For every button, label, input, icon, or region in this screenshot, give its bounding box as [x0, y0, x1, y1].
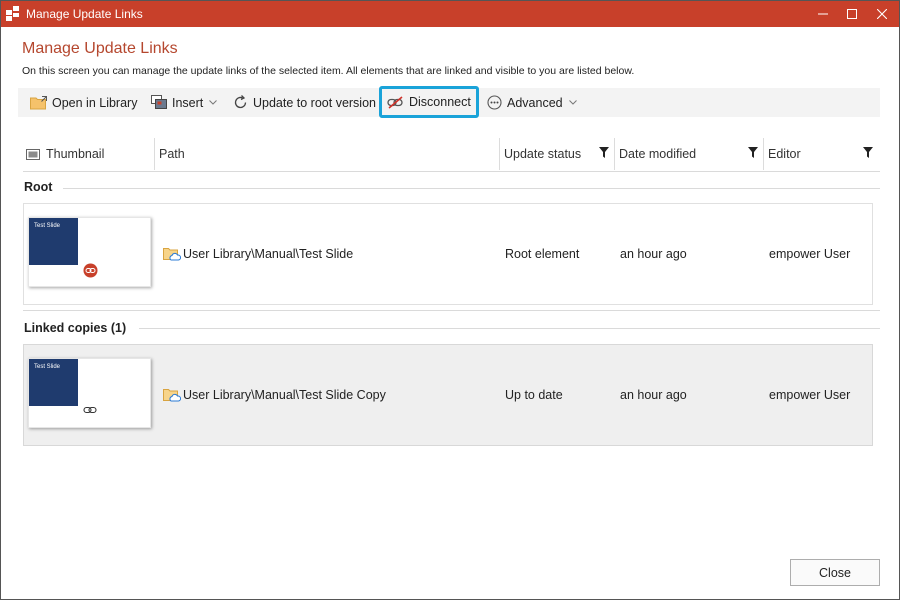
open-in-library-label: Open in Library [52, 95, 138, 110]
update-to-root-button[interactable]: Update to root version [233, 88, 376, 117]
page-description: On this screen you can manage the update… [22, 65, 635, 77]
path-cell: User Library\Manual\Test Slide Copy [163, 388, 386, 402]
group-divider [63, 188, 880, 189]
insert-button[interactable]: Insert [151, 88, 218, 117]
app-logo-icon [6, 6, 19, 21]
slide-thumbnail: Test Slide [28, 358, 151, 428]
title-bar[interactable]: Manage Update Links [1, 1, 899, 27]
thumbnail-title: Test Slide [34, 364, 61, 370]
thumbnail-title: Test Slide [34, 223, 61, 229]
update-to-root-label: Update to root version [253, 95, 376, 110]
minimize-icon [818, 13, 828, 15]
group-divider [23, 310, 880, 311]
advanced-button[interactable]: Advanced [487, 88, 577, 117]
window-title: Manage Update Links [26, 7, 143, 21]
group-divider [139, 328, 880, 329]
close-button[interactable]: Close [790, 559, 880, 586]
root-link-icon [83, 263, 98, 278]
window-close-button[interactable] [868, 1, 896, 27]
path-text: User Library\Manual\Test Slide [183, 247, 354, 261]
group-label-root: Root [24, 180, 53, 194]
chevron-down-icon [568, 100, 577, 105]
filter-icon[interactable] [599, 147, 609, 158]
editor-cell: empower User [769, 247, 851, 261]
column-header-path-label: Path [159, 147, 185, 161]
column-separator[interactable] [614, 138, 615, 170]
filter-icon[interactable] [748, 147, 758, 158]
column-header-path[interactable]: Path [159, 138, 185, 170]
table-row[interactable]: Test Slide User Library\Manual\Test Slid… [23, 203, 873, 305]
filter-icon[interactable] [863, 147, 873, 158]
group-label-linked-copies: Linked copies (1) [24, 321, 127, 335]
column-header-thumbnail-label: Thumbnail [46, 147, 105, 161]
cloud-folder-icon [163, 248, 181, 261]
column-header-update-status-label: Update status [504, 147, 582, 161]
date-cell: an hour ago [620, 388, 687, 402]
column-header-editor-label: Editor [768, 147, 801, 161]
status-cell: Root element [505, 247, 580, 261]
date-cell: an hour ago [620, 247, 687, 261]
header-divider [23, 171, 880, 172]
toolbar: Open in Library Insert Update to root ve… [18, 86, 880, 118]
status-cell: Up to date [505, 388, 563, 402]
column-header-date-modified-label: Date modified [619, 147, 697, 161]
column-header-date-modified[interactable]: Date modified [619, 138, 696, 170]
manage-update-links-window: Manage Update Links Manage Update Links … [0, 0, 900, 600]
disconnect-button[interactable]: Disconnect [379, 86, 479, 118]
path-cell: User Library\Manual\Test Slide [163, 247, 353, 261]
page-title: Manage Update Links [22, 40, 178, 57]
open-in-library-button[interactable]: Open in Library [30, 88, 137, 117]
column-separator[interactable] [154, 138, 155, 170]
insert-label: Insert [172, 95, 204, 110]
maximize-button[interactable] [838, 1, 866, 27]
maximize-icon [847, 9, 857, 19]
column-header-thumbnail[interactable]: Thumbnail [26, 138, 104, 170]
table-row[interactable]: Test Slide User Library\Manual\Test Slid… [23, 344, 873, 446]
more-icon [487, 95, 502, 110]
refresh-icon [234, 95, 247, 109]
chevron-down-icon [209, 100, 218, 105]
column-separator[interactable] [763, 138, 764, 170]
path-text: User Library\Manual\Test Slide Copy [183, 388, 386, 402]
disconnect-label: Disconnect [409, 95, 471, 109]
folder-open-icon [30, 95, 47, 109]
column-header-editor[interactable]: Editor [768, 138, 801, 170]
column-separator[interactable] [499, 138, 500, 170]
advanced-label: Advanced [507, 95, 563, 110]
editor-cell: empower User [769, 388, 851, 402]
insert-slide-icon [151, 95, 167, 109]
minimize-button[interactable] [809, 1, 837, 27]
close-icon [877, 9, 887, 19]
column-header-update-status[interactable]: Update status [504, 138, 581, 170]
link-icon [83, 406, 97, 414]
slide-thumbnail: Test Slide [28, 217, 151, 287]
cloud-folder-icon [163, 389, 181, 402]
image-icon [26, 148, 40, 160]
unlink-icon [387, 95, 403, 109]
